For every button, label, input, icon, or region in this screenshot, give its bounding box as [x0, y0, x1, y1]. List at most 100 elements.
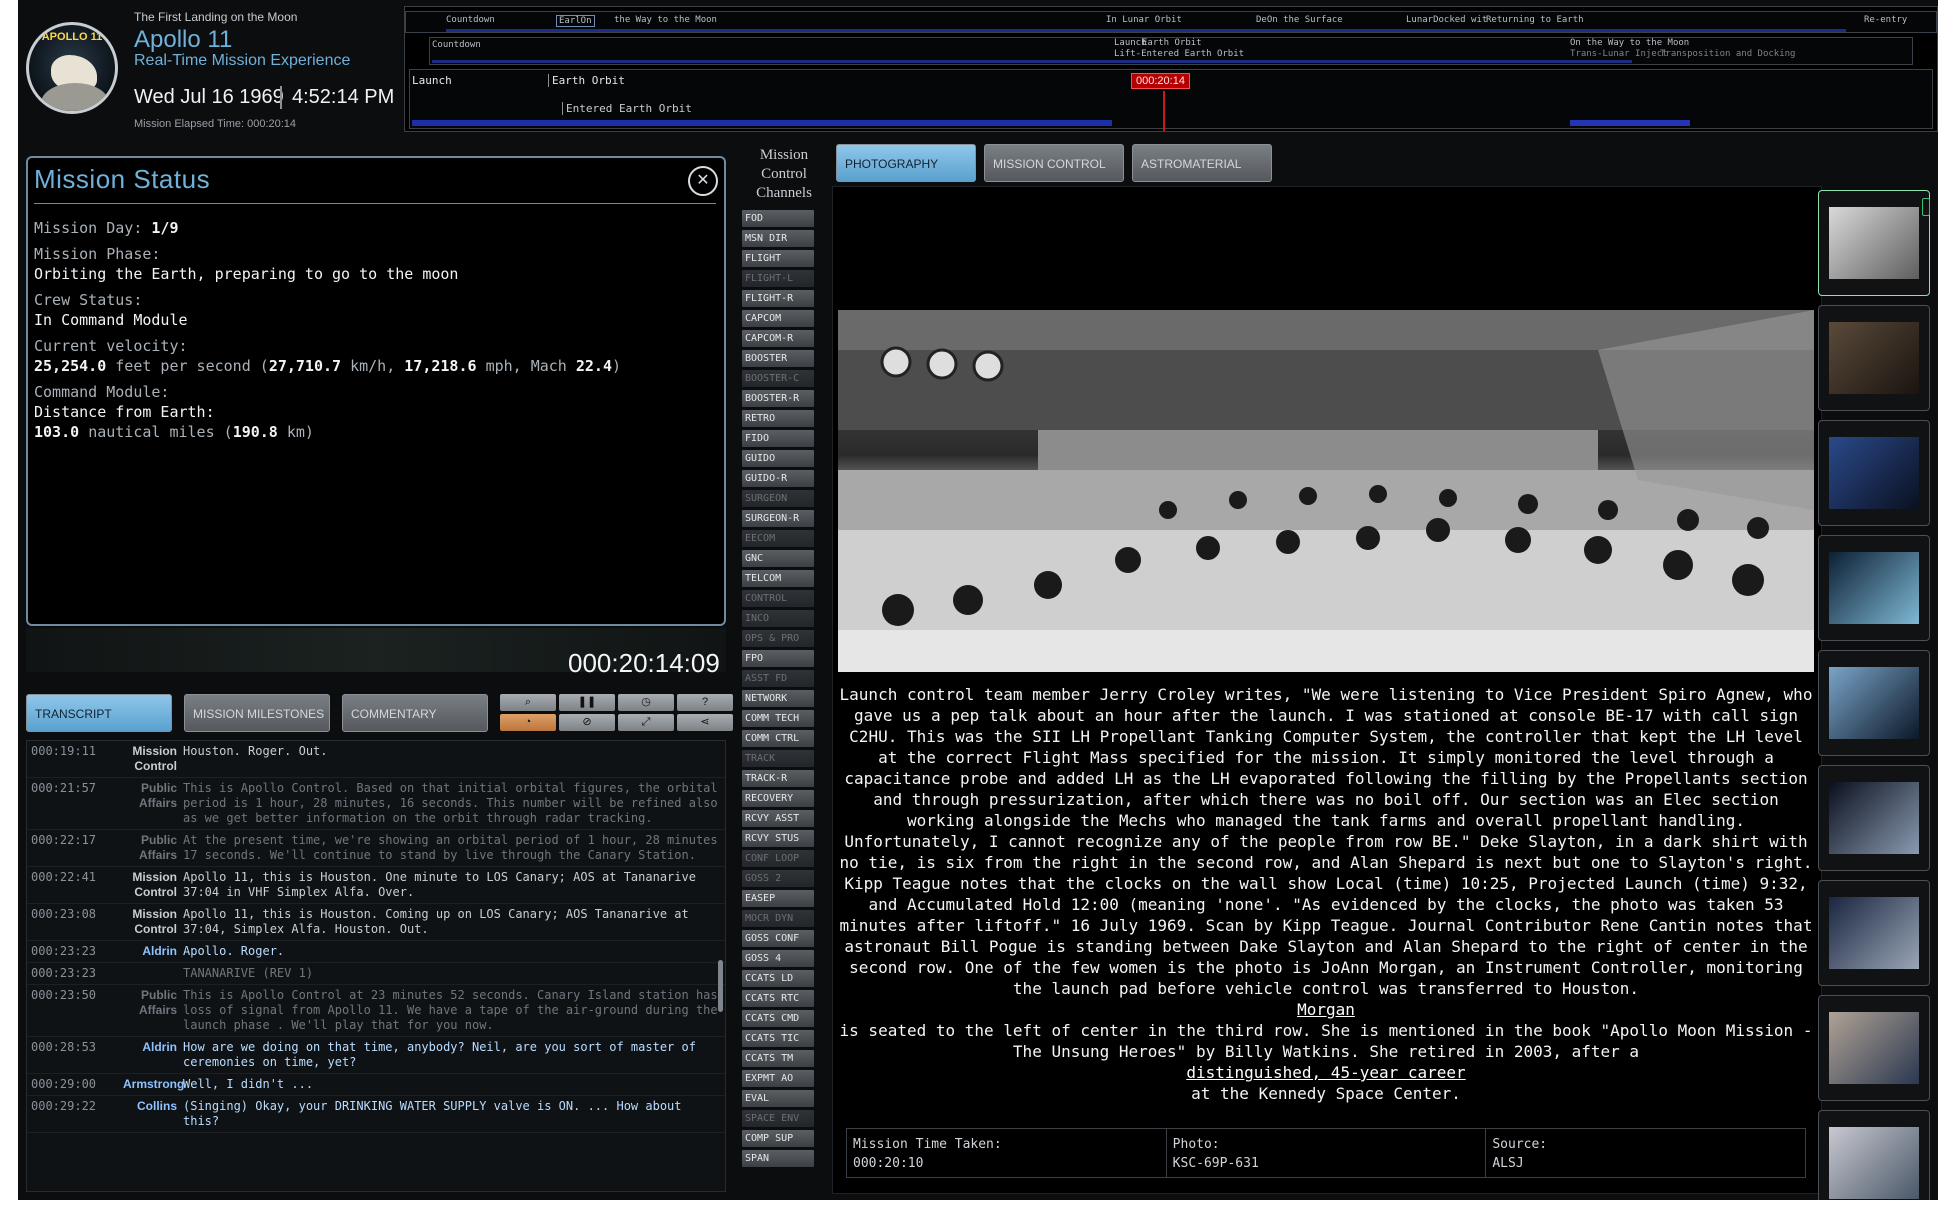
- timeline-playhead[interactable]: [1163, 91, 1165, 131]
- channel-button[interactable]: FOD: [742, 210, 814, 227]
- photo-thumbnail[interactable]: [1818, 995, 1930, 1101]
- channel-button[interactable]: FIDO: [742, 430, 814, 447]
- timeline-segment[interactable]: Launch: [412, 74, 452, 87]
- channel-button[interactable]: EASEP: [742, 890, 814, 907]
- channel-button[interactable]: MOCR DYN: [742, 910, 814, 927]
- channel-button[interactable]: CAPCOM-R: [742, 330, 814, 347]
- timeline-segment[interactable]: LunarDocked wit: [1406, 15, 1487, 25]
- photo-thumbnail[interactable]: [1818, 1110, 1930, 1200]
- caption-link-morgan[interactable]: Morgan: [1297, 1000, 1355, 1019]
- tab-mission-milestones[interactable]: MISSION MILESTONES: [184, 694, 330, 732]
- photo-thumbnail[interactable]: [1818, 650, 1930, 756]
- channel-button[interactable]: CONF LOOP: [742, 850, 814, 867]
- channel-button[interactable]: CCATS LD: [742, 970, 814, 987]
- timeline-segment[interactable]: In Lunar Orbit: [1106, 15, 1182, 25]
- search-icon[interactable]: ⌕: [500, 694, 556, 711]
- channel-button[interactable]: RCVY STUS: [742, 830, 814, 847]
- timeline-segment[interactable]: On the Way to the Moon: [1570, 38, 1689, 48]
- timeline-segment[interactable]: Re-entry: [1864, 15, 1907, 25]
- timeline-segment[interactable]: Transposition and Docking: [1660, 49, 1795, 59]
- pause-icon[interactable]: ❚❚: [559, 694, 615, 711]
- tab-astromaterial-samples[interactable]: ASTROMATERIAL SAMPLES: [1132, 144, 1272, 209]
- channel-button[interactable]: EXPMT AO: [742, 1070, 814, 1087]
- transcript-row[interactable]: 000:23:08 Mission Control Apollo 11, this …: [27, 904, 725, 941]
- tab-mission-control-audio[interactable]: MISSION CONTROL AUDIO: [984, 144, 1124, 209]
- channel-button[interactable]: SURGEON: [742, 490, 814, 507]
- channel-button[interactable]: BOOSTER-C: [742, 370, 814, 387]
- channel-button[interactable]: EECOM: [742, 530, 814, 547]
- channel-button[interactable]: GOSS CONF: [742, 930, 814, 947]
- channel-button[interactable]: CAPCOM: [742, 310, 814, 327]
- help-icon[interactable]: ?: [677, 694, 733, 711]
- timeline-row-phase[interactable]: Countdown Launch Earth Orbit Lift-Entere…: [429, 37, 1913, 65]
- channel-button[interactable]: RETRO: [742, 410, 814, 427]
- transcript-row[interactable]: 000:19:11 Mission Control Houston. Roger. …: [27, 741, 725, 778]
- thumbnail-scroll-indicator[interactable]: [1922, 198, 1930, 216]
- channel-button[interactable]: CCATS CMD: [742, 1010, 814, 1027]
- timeline-segment[interactable]: Trans-Lunar Inject: [1570, 49, 1668, 59]
- channel-button[interactable]: CCATS TM: [742, 1050, 814, 1067]
- timeline-segment[interactable]: Countdown: [432, 40, 481, 50]
- timeline-segment[interactable]: Returning to Earth: [1486, 15, 1584, 25]
- channel-button[interactable]: GNC: [742, 550, 814, 567]
- channel-button[interactable]: TELCOM: [742, 570, 814, 587]
- channel-button[interactable]: BOOSTER: [742, 350, 814, 367]
- timeline-current-marker[interactable]: 000:20:14: [1131, 73, 1190, 89]
- photo-thumbnail[interactable]: [1818, 305, 1930, 411]
- channel-button[interactable]: GOSS 2: [742, 870, 814, 887]
- timeline-segment[interactable]: Countdown: [446, 15, 495, 25]
- channel-button[interactable]: CONTROL: [742, 590, 814, 607]
- transcript-row[interactable]: 000:28:53 Aldrin How are we doing on that …: [27, 1037, 725, 1074]
- channel-button[interactable]: COMM CTRL: [742, 730, 814, 747]
- channel-button[interactable]: ASST FD: [742, 670, 814, 687]
- timeline-segment[interactable]: Lift-Entered Earth Orbit: [1114, 49, 1244, 59]
- channel-button[interactable]: FLIGHT-L: [742, 270, 814, 287]
- channel-button[interactable]: TRACK-R: [742, 770, 814, 787]
- channel-button[interactable]: CCATS TIC: [742, 1030, 814, 1047]
- photo-thumbnail[interactable]: [1818, 765, 1930, 871]
- channel-button[interactable]: GUIDO: [742, 450, 814, 467]
- channel-button[interactable]: RCVY ASST: [742, 810, 814, 827]
- channel-button[interactable]: GOSS 4: [742, 950, 814, 967]
- channel-button[interactable]: CCATS RTC: [742, 990, 814, 1007]
- tab-commentary[interactable]: COMMENTARY: [342, 694, 488, 732]
- transcript-row[interactable]: 000:23:23 Aldrin Apollo. Roger.: [27, 941, 725, 963]
- channel-button[interactable]: SPAN: [742, 1150, 814, 1167]
- timeline-segment[interactable]: Earth Orbit: [1142, 38, 1202, 48]
- photo-thumbnail[interactable]: [1818, 880, 1930, 986]
- transcript-row[interactable]: 000:21:57 Public Affairs This is Apollo Co…: [27, 778, 725, 830]
- channel-button[interactable]: EVAL: [742, 1090, 814, 1107]
- history-icon[interactable]: ◷: [618, 694, 674, 711]
- featured-photo[interactable]: [838, 310, 1814, 672]
- channel-button[interactable]: NETWORK: [742, 690, 814, 707]
- mission-timeline[interactable]: Countdown EarlOn the Way to the Moon In …: [404, 6, 1938, 132]
- channel-button[interactable]: BOOSTER-R: [742, 390, 814, 407]
- fullscreen-icon[interactable]: ⤢: [618, 714, 674, 731]
- transcript-row[interactable]: 000:22:41 Mission Control Apollo 11, this …: [27, 867, 725, 904]
- transcript-row[interactable]: 000:22:17 Public Affairs At the present ti…: [27, 830, 725, 867]
- tab-photography[interactable]: PHOTOGRAPHY: [836, 144, 976, 182]
- photo-thumbnail[interactable]: [1818, 535, 1930, 641]
- transcript-row[interactable]: 000:29:00 Armstrong Well, I didn't ...: [27, 1074, 725, 1096]
- transcript-list[interactable]: 000:19:11 Mission Control Houston. Roger. …: [26, 740, 726, 1192]
- channel-button[interactable]: COMM TECH: [742, 710, 814, 727]
- channel-button[interactable]: FLIGHT-R: [742, 290, 814, 307]
- photo-thumbnail[interactable]: [1818, 420, 1930, 526]
- channel-button[interactable]: FLIGHT: [742, 250, 814, 267]
- timeline-segment[interactable]: EarlOn: [556, 15, 595, 27]
- channel-button[interactable]: GUIDO-R: [742, 470, 814, 487]
- close-icon[interactable]: ✕: [688, 166, 718, 196]
- timeline-segment[interactable]: Earth Orbit: [548, 74, 625, 87]
- channel-button[interactable]: INCO: [742, 610, 814, 627]
- channel-button[interactable]: TRACK: [742, 750, 814, 767]
- transcript-scrollbar[interactable]: [718, 960, 723, 1012]
- channel-button[interactable]: RECOVERY: [742, 790, 814, 807]
- caption-link-career[interactable]: distinguished, 45-year career: [1186, 1063, 1465, 1082]
- photo-thumbnail[interactable]: [1818, 190, 1930, 296]
- timeline-row-mission[interactable]: Countdown EarlOn the Way to the Moon In …: [405, 11, 1937, 33]
- timeline-segment[interactable]: the Way to the Moon: [614, 15, 717, 25]
- speed-icon[interactable]: ◔: [500, 714, 556, 731]
- share-icon[interactable]: ⋖: [677, 714, 733, 731]
- timeline-segment[interactable]: DeOn the Surface: [1256, 15, 1343, 25]
- tab-transcript[interactable]: TRANSCRIPT: [26, 694, 172, 732]
